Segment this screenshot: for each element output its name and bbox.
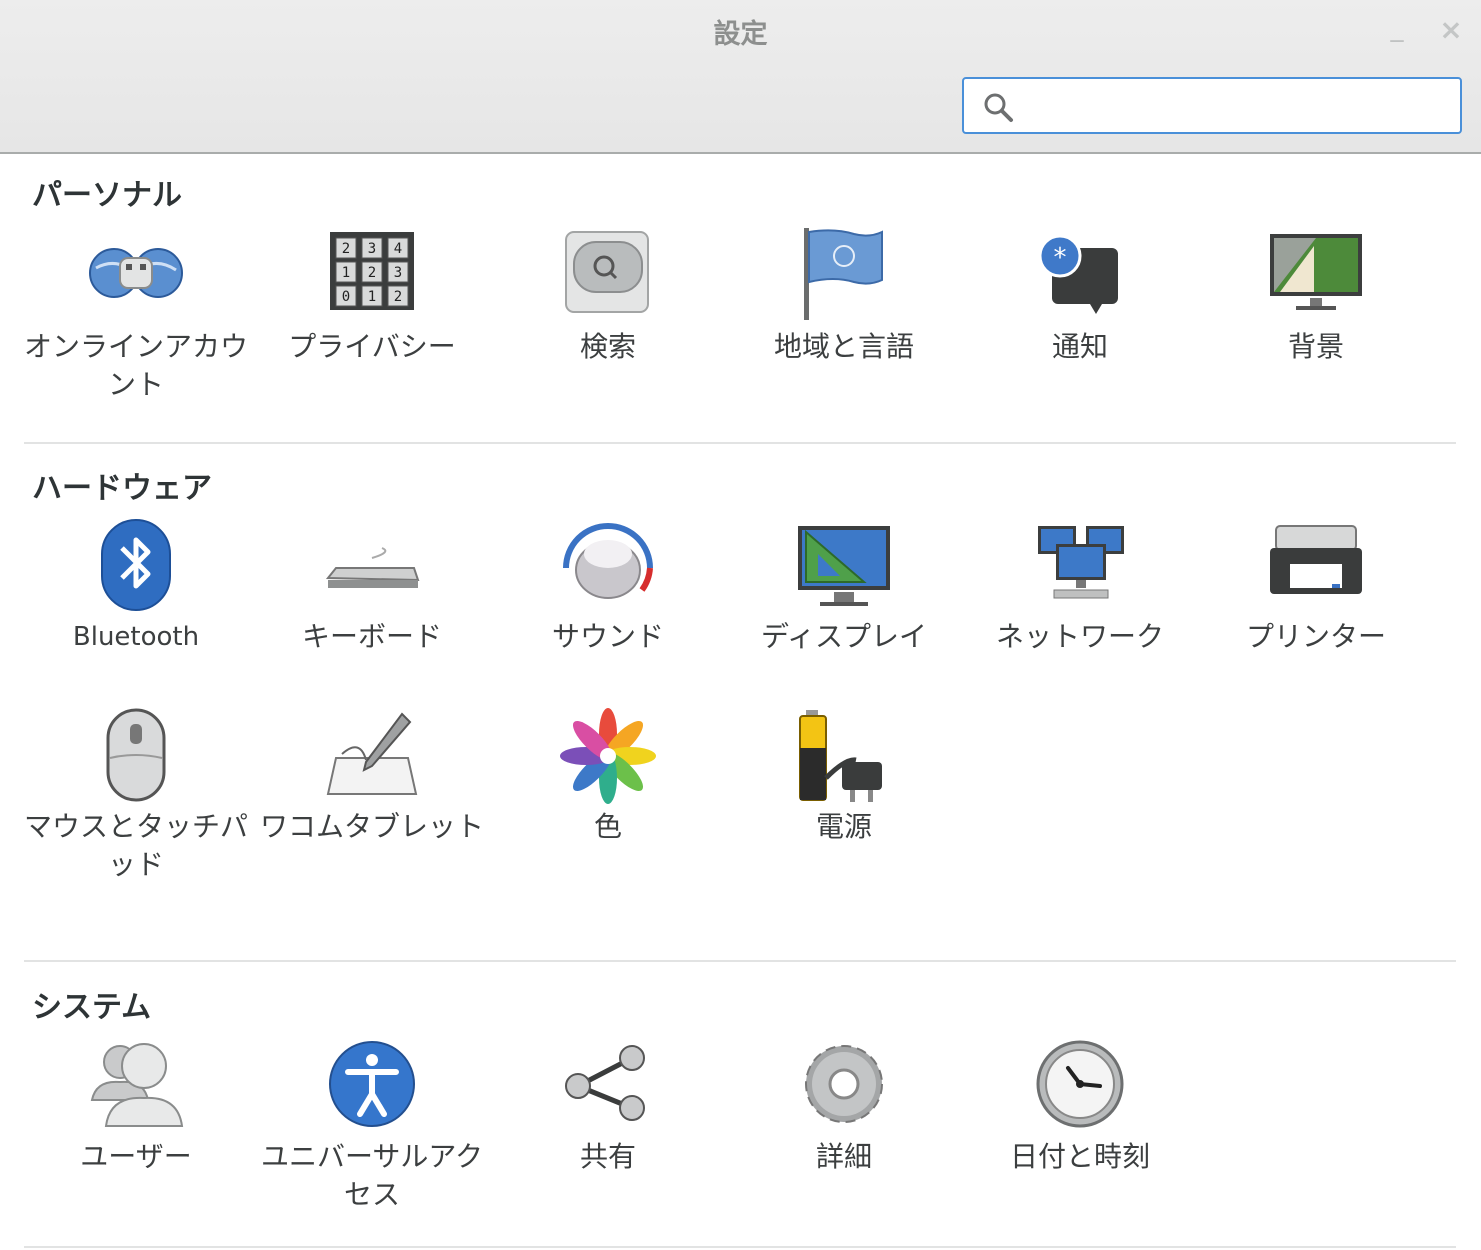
mouse-icon [86,708,186,808]
panel-label: ディスプレイ [760,620,928,653]
panel-label: ユーザー [80,1140,192,1173]
keyboard-icon [322,518,422,618]
section-divider [24,1246,1456,1248]
search-settings-icon [558,228,658,328]
minimize-button[interactable]: _ [1383,14,1411,42]
search-icon [982,91,1014,123]
details-icon [794,1038,894,1138]
settings-window: 設定 _ × パーソナル オンラインアカウント 2 3 4 1 2 3 0 1 … [0,0,1481,1250]
universal-access-icon [322,1038,422,1138]
panel-label: Bluetooth [72,622,200,652]
sharing-icon [558,1038,658,1138]
svg-text:*: * [1054,243,1067,273]
region-language-icon [794,228,894,328]
section-divider [24,442,1456,444]
svg-text:0: 0 [342,289,350,305]
panel-label: 共有 [579,1140,636,1173]
panel-label: 通知 [1051,330,1108,363]
svg-text:2: 2 [368,265,376,281]
online-accounts-icon [86,228,186,328]
power-icon [794,708,894,808]
sound-icon [558,518,658,618]
svg-text:3: 3 [394,265,402,281]
color-icon [558,708,658,808]
panel-label: 地域と言語 [773,330,914,363]
users-icon [86,1038,186,1138]
bluetooth-icon [86,518,186,618]
window-title: 設定 [713,19,768,50]
section-title-personal: パーソナル [32,178,182,213]
panel-label: 日付と時刻 [1009,1140,1150,1173]
panel-label: 検索 [579,330,636,363]
search-input[interactable] [1024,87,1448,125]
header-bar: 設定 _ × [0,0,1481,154]
close-button[interactable]: × [1437,16,1465,44]
panel-label: キーボード [301,620,442,653]
svg-text:2: 2 [394,289,402,305]
section-title-system: システム [32,990,152,1025]
panel-label: オンラインアカウント [23,330,248,401]
display-icon [794,518,894,618]
panel-label: 色 [593,810,622,843]
panel-label: 詳細 [815,1140,872,1173]
background-icon [1266,228,1366,328]
svg-text:1: 1 [368,289,376,305]
section-title-hardware: ハードウェア [32,471,212,506]
panel-label: 電源 [815,810,872,843]
privacy-icon: 2 3 4 1 2 3 0 1 2 [322,228,422,328]
panel-label: ネットワーク [995,620,1164,653]
panel-label: マウスとタッチパッド [23,810,248,881]
printer-icon [1266,518,1366,618]
panel-label: プライバシー [288,330,456,363]
svg-text:4: 4 [394,241,402,257]
panel-label: ユニバーサルアクセス [260,1140,484,1211]
date-time-icon [1030,1038,1130,1138]
notifications-icon: * [1030,228,1130,328]
svg-text:3: 3 [368,241,376,257]
search-box[interactable] [962,77,1462,134]
panel-label: 背景 [1287,330,1344,363]
section-divider [24,960,1456,962]
svg-text:2: 2 [342,241,350,257]
panel-label: プリンター [1245,620,1386,653]
network-icon [1030,518,1130,618]
panel-label: サウンド [551,620,664,653]
svg-text:1: 1 [342,265,350,281]
wacom-tablet-icon [322,708,422,808]
panel-label: ワコムタブレット [259,810,484,843]
